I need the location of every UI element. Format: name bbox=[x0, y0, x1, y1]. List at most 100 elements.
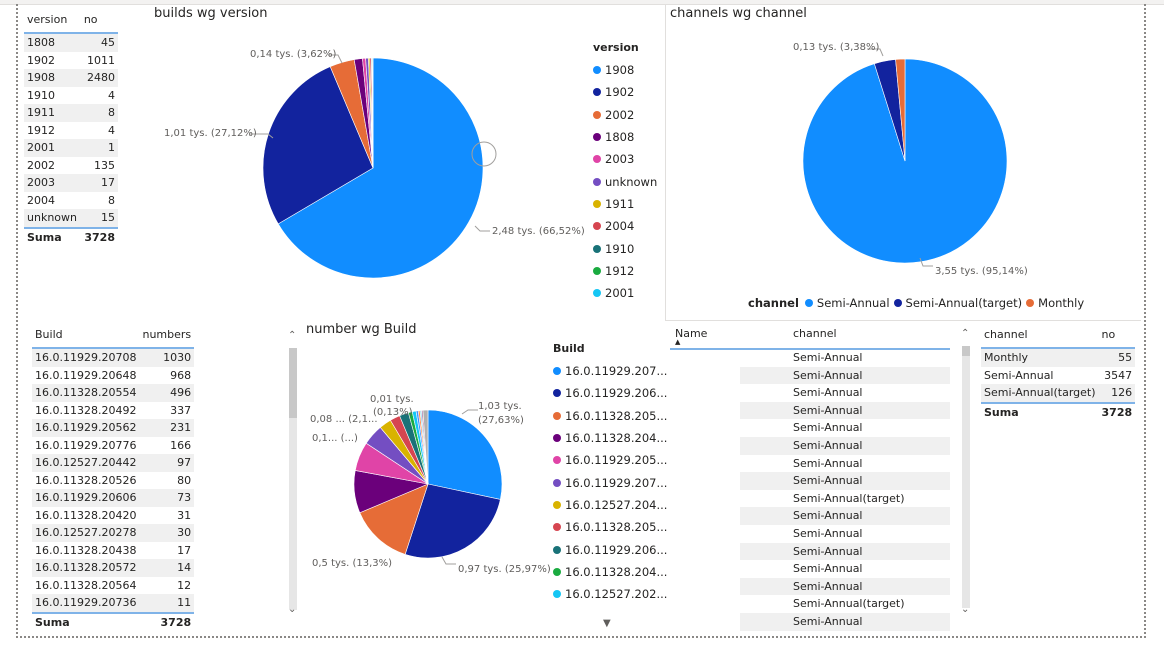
table-row[interactable]: 2004 8 bbox=[24, 192, 118, 210]
table-row[interactable]: 1910 4 bbox=[24, 87, 118, 105]
legend-item[interactable]: 16.0.11328.204... bbox=[553, 427, 667, 449]
legend-item[interactable]: 16.0.12527.204... bbox=[553, 494, 667, 516]
legend-item[interactable]: 16.0.12527.202... bbox=[553, 583, 667, 605]
table-row[interactable]: Semi-Annual(target) 126 bbox=[981, 384, 1136, 403]
table-row[interactable]: 1902 1011 bbox=[24, 52, 118, 70]
table-row[interactable]: 1808 45 bbox=[24, 33, 118, 52]
legend-scroll-down-icon[interactable]: ▼ bbox=[603, 618, 611, 629]
build-table-header[interactable]: Build numbers bbox=[32, 321, 195, 349]
legend-item[interactable]: 16.0.11328.205... bbox=[553, 516, 667, 538]
table-row[interactable]: Semi-Annual bbox=[740, 542, 950, 561]
table-row[interactable]: Semi-Annual bbox=[740, 507, 950, 525]
legend-item[interactable]: 16.0.11929.206... bbox=[553, 538, 667, 560]
table-cell: 16.0.11328.20438 bbox=[35, 543, 137, 557]
legend-item[interactable]: 16.0.11328.205... bbox=[553, 405, 667, 427]
legend-item[interactable]: 2004 bbox=[593, 215, 657, 237]
table-row[interactable]: Semi-Annual bbox=[740, 613, 950, 631]
table-row[interactable]: 1912 4 bbox=[24, 122, 118, 140]
legend-label[interactable]: Semi-Annual bbox=[817, 296, 890, 310]
table-row[interactable]: 16.0.11929.20708 1030 bbox=[32, 348, 195, 367]
table-row[interactable]: Semi-Annual bbox=[740, 384, 950, 402]
table-row[interactable]: 16.0.11328.20438 17 bbox=[32, 542, 194, 560]
legend-item[interactable]: 16.0.11929.207... bbox=[553, 471, 667, 493]
legend-item[interactable]: 16.0.11929.206... bbox=[553, 382, 667, 404]
number-label-b: 0,97 tys. (25,97%) bbox=[458, 564, 551, 575]
scroll-thumb[interactable] bbox=[289, 348, 297, 418]
table-row[interactable]: 16.0.11328.20554 496 bbox=[32, 384, 195, 402]
number-legend[interactable]: Build 16.0.11929.207... 16.0.11929.206... 1… bbox=[553, 342, 667, 605]
legend-label: 1912 bbox=[605, 263, 635, 278]
legend-item[interactable]: 1808 bbox=[593, 126, 657, 148]
legend-item[interactable]: 16.0.11929.205... bbox=[553, 449, 667, 471]
channel-table-header[interactable]: channel no bbox=[981, 321, 1136, 349]
legend-label[interactable]: Semi-Annual(target) bbox=[906, 296, 1023, 310]
build-table[interactable]: Build numbers 16.0.11929.20708 1030 16.0.119… bbox=[32, 321, 195, 631]
legend-item[interactable]: 1911 bbox=[593, 193, 657, 215]
scroll-thumb[interactable] bbox=[962, 346, 970, 356]
scroll-down-icon[interactable]: ⌄ bbox=[288, 604, 296, 615]
legend-label: 1902 bbox=[605, 85, 635, 100]
channel-table[interactable]: channel no Monthly 55 Semi-Annual 3547 Semi-An… bbox=[981, 321, 1136, 421]
table-row[interactable]: Semi-Annual bbox=[740, 560, 950, 578]
table-row[interactable]: 16.0.11328.20420 31 bbox=[32, 507, 194, 525]
legend-item[interactable]: 16.0.11328.204... bbox=[553, 561, 667, 583]
name-table-header[interactable]: Name ▲ channel bbox=[670, 322, 950, 350]
table-row[interactable]: 16.0.11328.20564 12 bbox=[32, 577, 194, 595]
table-row[interactable]: 16.0.11328.20572 14 bbox=[32, 559, 195, 577]
table-row[interactable]: 16.0.12527.20442 97 bbox=[32, 454, 195, 472]
legend-label[interactable]: Monthly bbox=[1038, 296, 1084, 310]
channels-pie-chart[interactable] bbox=[780, 36, 1030, 286]
legend-item[interactable]: 2001 bbox=[593, 282, 657, 304]
channels-legend[interactable]: channel Semi-Annual Semi-Annual(target) Mon… bbox=[748, 296, 1088, 310]
table-row[interactable]: Semi-Annual bbox=[740, 401, 950, 420]
version-table-header[interactable]: version no bbox=[24, 6, 118, 34]
legend-item[interactable]: 16.0.11929.207... bbox=[553, 360, 667, 382]
table-row[interactable]: Semi-Annual bbox=[740, 577, 950, 596]
table-row[interactable]: Semi-Annual(target) bbox=[740, 595, 950, 613]
name-table-scrollbar[interactable] bbox=[962, 346, 970, 608]
builds-pie-chart[interactable] bbox=[150, 30, 610, 300]
version-table[interactable]: version no 1808 45 1902 1011 1908 2480 1910 4 1911… bbox=[24, 6, 118, 246]
table-row[interactable]: Semi-Annual 3547 bbox=[981, 367, 1135, 385]
table-row[interactable]: Monthly 55 bbox=[981, 348, 1136, 367]
table-row[interactable]: 2002 135 bbox=[24, 157, 118, 175]
scroll-down-icon[interactable]: ⌄ bbox=[961, 604, 969, 615]
table-row[interactable]: unknown 15 bbox=[24, 209, 118, 228]
table-row[interactable]: Semi-Annual bbox=[740, 366, 950, 385]
legend-item[interactable]: 1908 bbox=[593, 59, 657, 81]
col-channel[interactable]: channel bbox=[793, 327, 837, 340]
table-row[interactable]: 16.0.12527.20278 30 bbox=[32, 524, 195, 542]
table-row[interactable]: Semi-Annual bbox=[740, 437, 950, 455]
table-row[interactable]: Semi-Annual bbox=[740, 455, 950, 473]
table-row[interactable]: 16.0.11929.20736 11 bbox=[32, 594, 195, 613]
legend-item[interactable]: 1910 bbox=[593, 237, 657, 259]
table-row[interactable]: 1911 8 bbox=[24, 104, 118, 122]
scroll-up-icon[interactable]: ⌃ bbox=[288, 330, 296, 341]
legend-item[interactable]: 2003 bbox=[593, 148, 657, 170]
legend-item[interactable]: 1912 bbox=[593, 260, 657, 282]
legend-item[interactable]: unknown bbox=[593, 170, 657, 192]
table-row[interactable]: 16.0.11929.20562 231 bbox=[32, 419, 195, 437]
builds-legend[interactable]: version 1908 1902 2002 1808 2003 unknown 1911 20… bbox=[593, 41, 657, 304]
table-row[interactable]: 16.0.11929.20606 73 bbox=[32, 489, 195, 507]
table-row[interactable]: Semi-Annual bbox=[740, 472, 950, 490]
table-row[interactable]: Semi-Annual bbox=[740, 419, 950, 437]
number-pie-chart[interactable] bbox=[340, 400, 520, 580]
table-row[interactable]: 2003 17 bbox=[24, 174, 118, 192]
table-row[interactable]: Semi-Annual bbox=[740, 349, 950, 367]
name-channel-table[interactable]: Name ▲ channel Semi-Annual Semi-Annual Semi-A… bbox=[670, 322, 952, 632]
table-row[interactable]: 16.0.11328.20526 80 bbox=[32, 472, 194, 490]
table-row[interactable]: 16.0.11929.20776 166 bbox=[32, 437, 194, 455]
table-row[interactable]: 1908 2480 bbox=[24, 69, 118, 87]
scroll-up-icon[interactable]: ⌃ bbox=[961, 328, 969, 339]
legend-item[interactable]: 2002 bbox=[593, 104, 657, 126]
table-row[interactable]: 16.0.11328.20492 337 bbox=[32, 402, 194, 420]
table-row[interactable]: 2001 1 bbox=[24, 139, 118, 157]
build-table-scrollbar[interactable] bbox=[289, 348, 297, 610]
legend-item[interactable]: 1902 bbox=[593, 81, 657, 103]
build-table-col-0: Build bbox=[32, 321, 140, 349]
table-row[interactable]: Semi-Annual bbox=[740, 525, 950, 543]
sort-asc-icon[interactable]: ▲ bbox=[675, 338, 680, 346]
table-row[interactable]: Semi-Annual(target) bbox=[740, 490, 950, 508]
table-row[interactable]: 16.0.11929.20648 968 bbox=[32, 367, 194, 385]
